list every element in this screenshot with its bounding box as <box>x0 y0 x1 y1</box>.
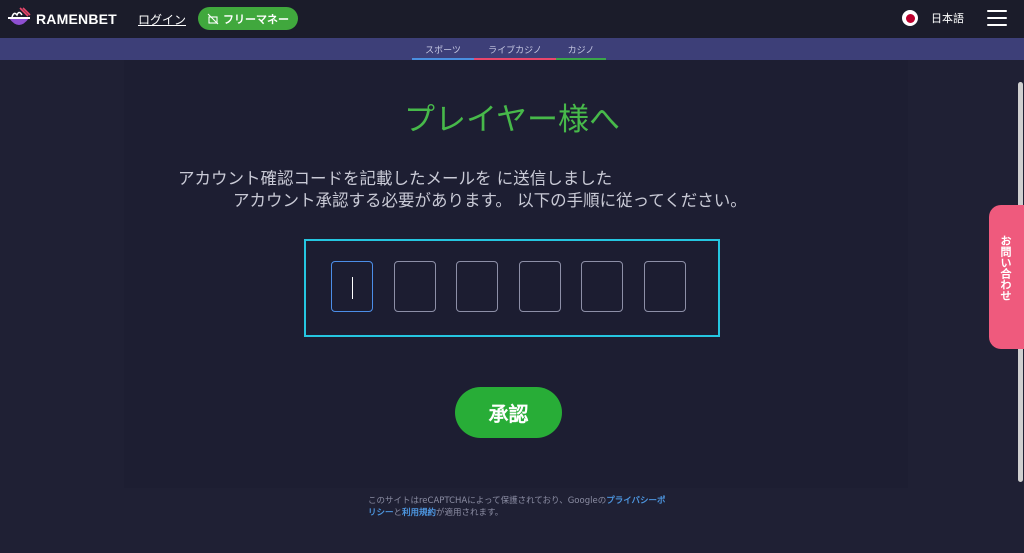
recaptcha-suffix: が適用されます。 <box>436 508 504 518</box>
code-input-6[interactable] <box>644 261 686 312</box>
free-money-label: フリーマネー <box>223 12 289 26</box>
code-input-5[interactable] <box>581 261 623 312</box>
message-line-2: アカウント承認する必要があります。 以下の手順に従ってください。 <box>233 191 747 210</box>
ramenbet-logo[interactable]: RAMENBET <box>6 6 117 32</box>
tab-live-casino[interactable]: ライブカジノ <box>474 43 556 56</box>
text-caret <box>352 277 353 299</box>
login-link[interactable]: ログイン <box>138 11 186 28</box>
tab-sports[interactable]: スポーツ <box>412 43 474 56</box>
sub-navigation: スポーツ ライブカジノ カジノ <box>0 38 1024 60</box>
confirm-button[interactable]: 承認 <box>455 387 562 438</box>
code-input-2[interactable] <box>394 261 436 312</box>
recaptcha-prefix: このサイトはreCAPTCHAによって保護されており、Googleの <box>368 496 607 506</box>
top-header: RAMENBET ログイン フリーマネー 日本語 <box>0 0 1024 38</box>
page-title: プレイヤー様へ <box>403 102 621 138</box>
code-input-1[interactable] <box>331 261 373 312</box>
language-label: 日本語 <box>931 12 964 25</box>
contact-us-tab[interactable]: お問い合わせ <box>989 205 1024 349</box>
message-line-1: アカウント確認コードを記載したメールを に送信しました <box>178 169 613 188</box>
japan-flag-icon <box>902 10 918 26</box>
code-input-4[interactable] <box>519 261 561 312</box>
logo-text: RAMENBET <box>36 11 117 27</box>
language-selector[interactable]: 日本語 <box>902 10 964 26</box>
hamburger-menu-icon[interactable] <box>987 10 1007 26</box>
verification-code-group <box>304 239 720 337</box>
recaptcha-notice: このサイトはreCAPTCHAによって保護されており、Googleのプライバシー… <box>368 495 668 519</box>
contact-label: お問い合わせ <box>999 235 1012 301</box>
recaptcha-middle: と <box>393 508 403 518</box>
terms-link[interactable]: 利用規約 <box>402 508 436 518</box>
code-input-3[interactable] <box>456 261 498 312</box>
tab-casino[interactable]: カジノ <box>556 43 606 56</box>
gift-crossed-icon <box>207 13 219 24</box>
free-money-button[interactable]: フリーマネー <box>198 7 298 30</box>
ramen-bowl-icon <box>8 7 31 25</box>
